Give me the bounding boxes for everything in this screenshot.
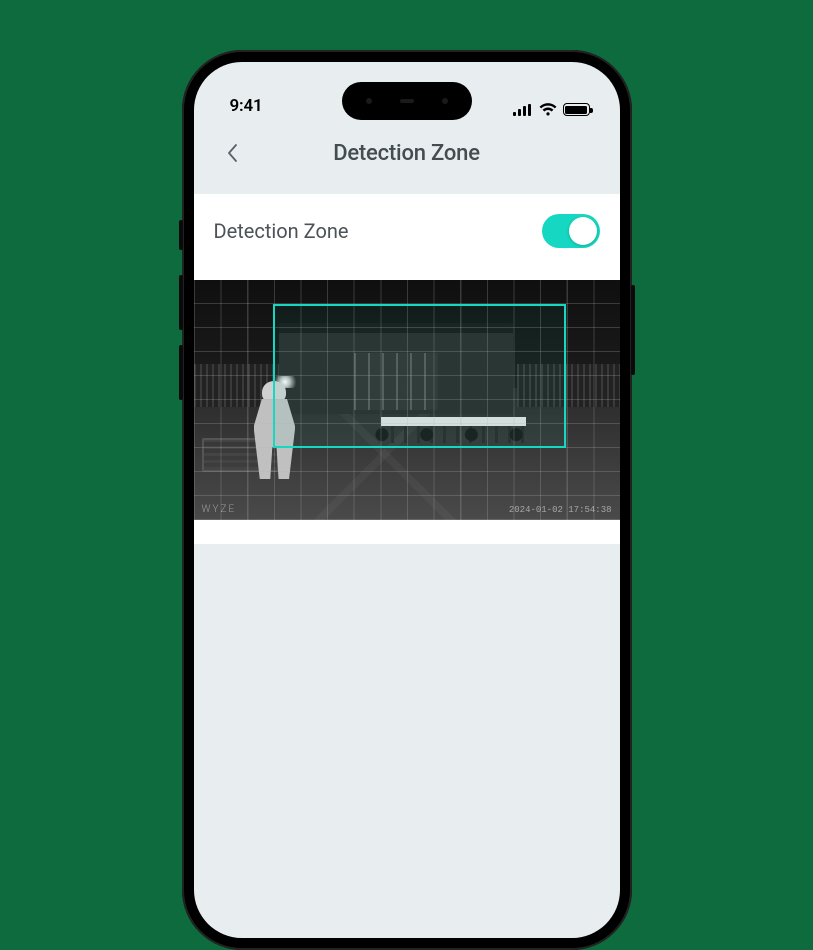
battery-icon: [563, 103, 590, 116]
status-time: 9:41: [230, 96, 263, 116]
power-button: [631, 285, 635, 375]
detection-zone-rectangle[interactable]: [273, 304, 566, 448]
camera-view-container: WYZE 2024-01-02 17:54:38: [194, 268, 620, 544]
detection-zone-setting-row: Detection Zone: [194, 194, 620, 268]
wifi-icon: [539, 103, 557, 116]
detection-zone-toggle[interactable]: [542, 214, 600, 248]
detection-zone-label: Detection Zone: [214, 219, 349, 243]
navigation-bar: Detection Zone: [194, 118, 620, 188]
camera-watermark: WYZE: [202, 504, 237, 515]
content-area: Detection Zone: [194, 194, 620, 544]
volume-down-button: [179, 345, 183, 400]
chevron-left-icon: [226, 143, 238, 163]
dynamic-island: [342, 82, 472, 120]
status-indicators: [513, 103, 590, 116]
toggle-knob: [569, 217, 597, 245]
camera-feed[interactable]: WYZE 2024-01-02 17:54:38: [194, 280, 620, 520]
phone-screen: 9:41: [194, 62, 620, 938]
page-title: Detection Zone: [194, 141, 620, 166]
cellular-signal-icon: [513, 104, 533, 116]
mute-switch: [179, 220, 183, 250]
phone-frame: 9:41: [182, 50, 632, 950]
volume-up-button: [179, 275, 183, 330]
camera-timestamp: 2024-01-02 17:54:38: [509, 505, 612, 515]
back-button[interactable]: [212, 133, 252, 173]
